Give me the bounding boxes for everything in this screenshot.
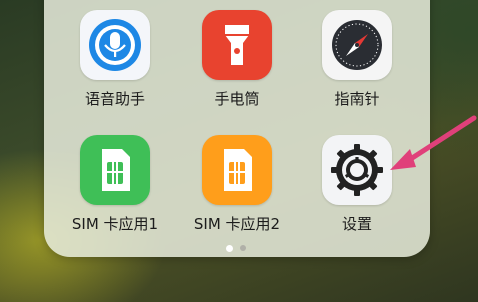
app-compass[interactable]: 指南针 — [297, 10, 417, 108]
sim-app-2-icon[interactable] — [202, 135, 272, 205]
settings-app-icon[interactable] — [322, 135, 392, 205]
annotation-arrow-icon — [390, 115, 477, 170]
page-dot[interactable] — [240, 245, 246, 251]
microphone-icon — [89, 19, 141, 71]
flashlight-icon — [225, 25, 249, 65]
app-sim-toolkit-1[interactable]: SIM 卡应用1 — [55, 135, 175, 233]
compass-app-icon[interactable] — [322, 10, 392, 80]
page-indicator — [226, 244, 246, 252]
app-label: 手电筒 — [214, 90, 260, 108]
sim-app-1-icon[interactable] — [80, 135, 150, 205]
app-flashlight[interactable]: 手电筒 — [177, 10, 297, 108]
app-label: 语音助手 — [84, 90, 145, 108]
app-label: 设置 — [341, 215, 372, 233]
app-label: SIM 卡应用1 — [71, 215, 159, 233]
app-label: SIM 卡应用2 — [193, 215, 281, 233]
app-label: 指南针 — [334, 90, 380, 108]
gear-icon — [331, 144, 383, 196]
home-screen: 语音助手 手电筒 指南针 SIM 卡应用1 SIM 卡应用2 设置 — [0, 0, 478, 302]
sim-card-icon — [102, 149, 130, 191]
app-folder: 语音助手 手电筒 指南针 SIM 卡应用1 SIM 卡应用2 设置 — [44, 0, 430, 257]
app-sim-toolkit-2[interactable]: SIM 卡应用2 — [177, 135, 297, 233]
page-dot-active[interactable] — [226, 244, 233, 252]
voice-assistant-app-icon[interactable] — [80, 10, 150, 80]
flashlight-app-icon[interactable] — [202, 10, 272, 80]
app-voice-assistant[interactable]: 语音助手 — [55, 10, 175, 108]
sim-card-icon — [224, 149, 252, 191]
compass-icon — [332, 20, 382, 70]
